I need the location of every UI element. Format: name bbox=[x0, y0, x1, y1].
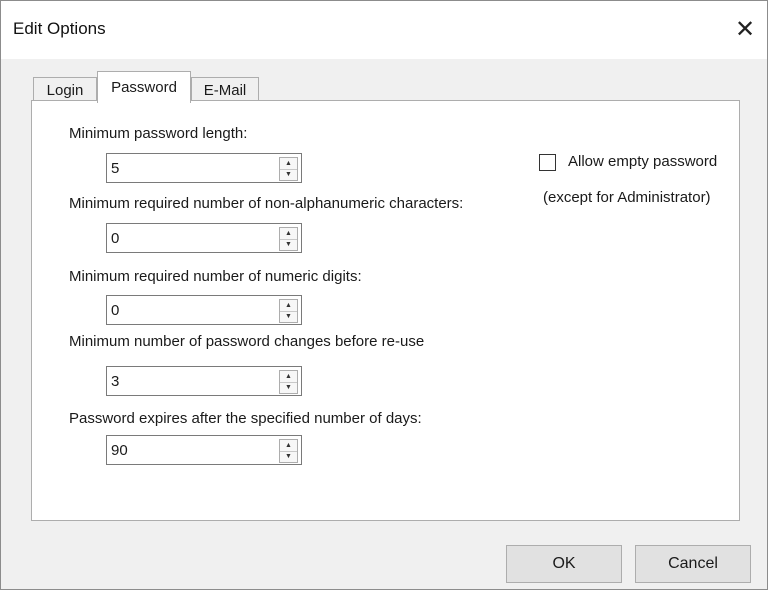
non-alnum-value[interactable]: 0 bbox=[111, 230, 119, 247]
reuse-label: Minimum number of password changes befor… bbox=[69, 333, 425, 350]
min-length-spinner[interactable]: 5 ▲ ▼ bbox=[106, 153, 302, 183]
spin-up-icon[interactable]: ▲ bbox=[280, 228, 297, 239]
spin-down-icon[interactable]: ▼ bbox=[280, 381, 297, 394]
spin-down-icon[interactable]: ▼ bbox=[280, 168, 297, 181]
numeric-value[interactable]: 0 bbox=[111, 302, 119, 319]
numeric-spinner[interactable]: 0 ▲ ▼ bbox=[106, 295, 302, 325]
min-length-spin-buttons[interactable]: ▲ ▼ bbox=[279, 157, 298, 181]
spin-up-icon[interactable]: ▲ bbox=[280, 440, 297, 451]
spin-down-icon[interactable]: ▼ bbox=[280, 310, 297, 323]
cancel-button[interactable]: Cancel bbox=[635, 545, 751, 583]
non-alnum-label: Minimum required number of non-alphanume… bbox=[69, 195, 464, 212]
expires-value[interactable]: 90 bbox=[111, 442, 128, 459]
non-alnum-spinner[interactable]: 0 ▲ ▼ bbox=[106, 223, 302, 253]
title-bar: Edit Options ✕ bbox=[1, 1, 767, 59]
spin-up-icon[interactable]: ▲ bbox=[280, 300, 297, 311]
spin-up-icon[interactable]: ▲ bbox=[280, 371, 297, 382]
spin-down-icon[interactable]: ▼ bbox=[280, 450, 297, 463]
allow-empty-password-checkbox[interactable] bbox=[539, 154, 556, 171]
ok-button[interactable]: OK bbox=[506, 545, 622, 583]
dialog-title: Edit Options bbox=[13, 19, 106, 38]
tab-strip: Login Password E-Mail bbox=[33, 71, 733, 103]
reuse-spin-buttons[interactable]: ▲ ▼ bbox=[279, 370, 298, 394]
min-length-value[interactable]: 5 bbox=[111, 160, 119, 177]
allow-empty-password-note: (except for Administrator) bbox=[543, 189, 711, 206]
password-tab-panel: Minimum password length: 5 ▲ ▼ Minimum r… bbox=[31, 100, 740, 521]
close-icon[interactable]: ✕ bbox=[723, 9, 767, 49]
expires-spin-buttons[interactable]: ▲ ▼ bbox=[279, 439, 298, 463]
spin-down-icon[interactable]: ▼ bbox=[280, 238, 297, 251]
allow-empty-password-label[interactable]: Allow empty password bbox=[568, 153, 717, 170]
edit-options-dialog: Edit Options ✕ Login Password E-Mail Min… bbox=[0, 0, 768, 590]
numeric-spin-buttons[interactable]: ▲ ▼ bbox=[279, 299, 298, 323]
expires-spinner[interactable]: 90 ▲ ▼ bbox=[106, 435, 302, 465]
tab-login[interactable]: Login bbox=[33, 77, 97, 102]
reuse-spinner[interactable]: 3 ▲ ▼ bbox=[106, 366, 302, 396]
non-alnum-spin-buttons[interactable]: ▲ ▼ bbox=[279, 227, 298, 251]
numeric-label: Minimum required number of numeric digit… bbox=[69, 268, 362, 285]
min-length-label: Minimum password length: bbox=[69, 125, 248, 142]
tab-password[interactable]: Password bbox=[97, 71, 191, 103]
reuse-value[interactable]: 3 bbox=[111, 373, 119, 390]
spin-up-icon[interactable]: ▲ bbox=[280, 158, 297, 169]
expires-label: Password expires after the specified num… bbox=[69, 410, 422, 427]
tab-email[interactable]: E-Mail bbox=[191, 77, 259, 102]
